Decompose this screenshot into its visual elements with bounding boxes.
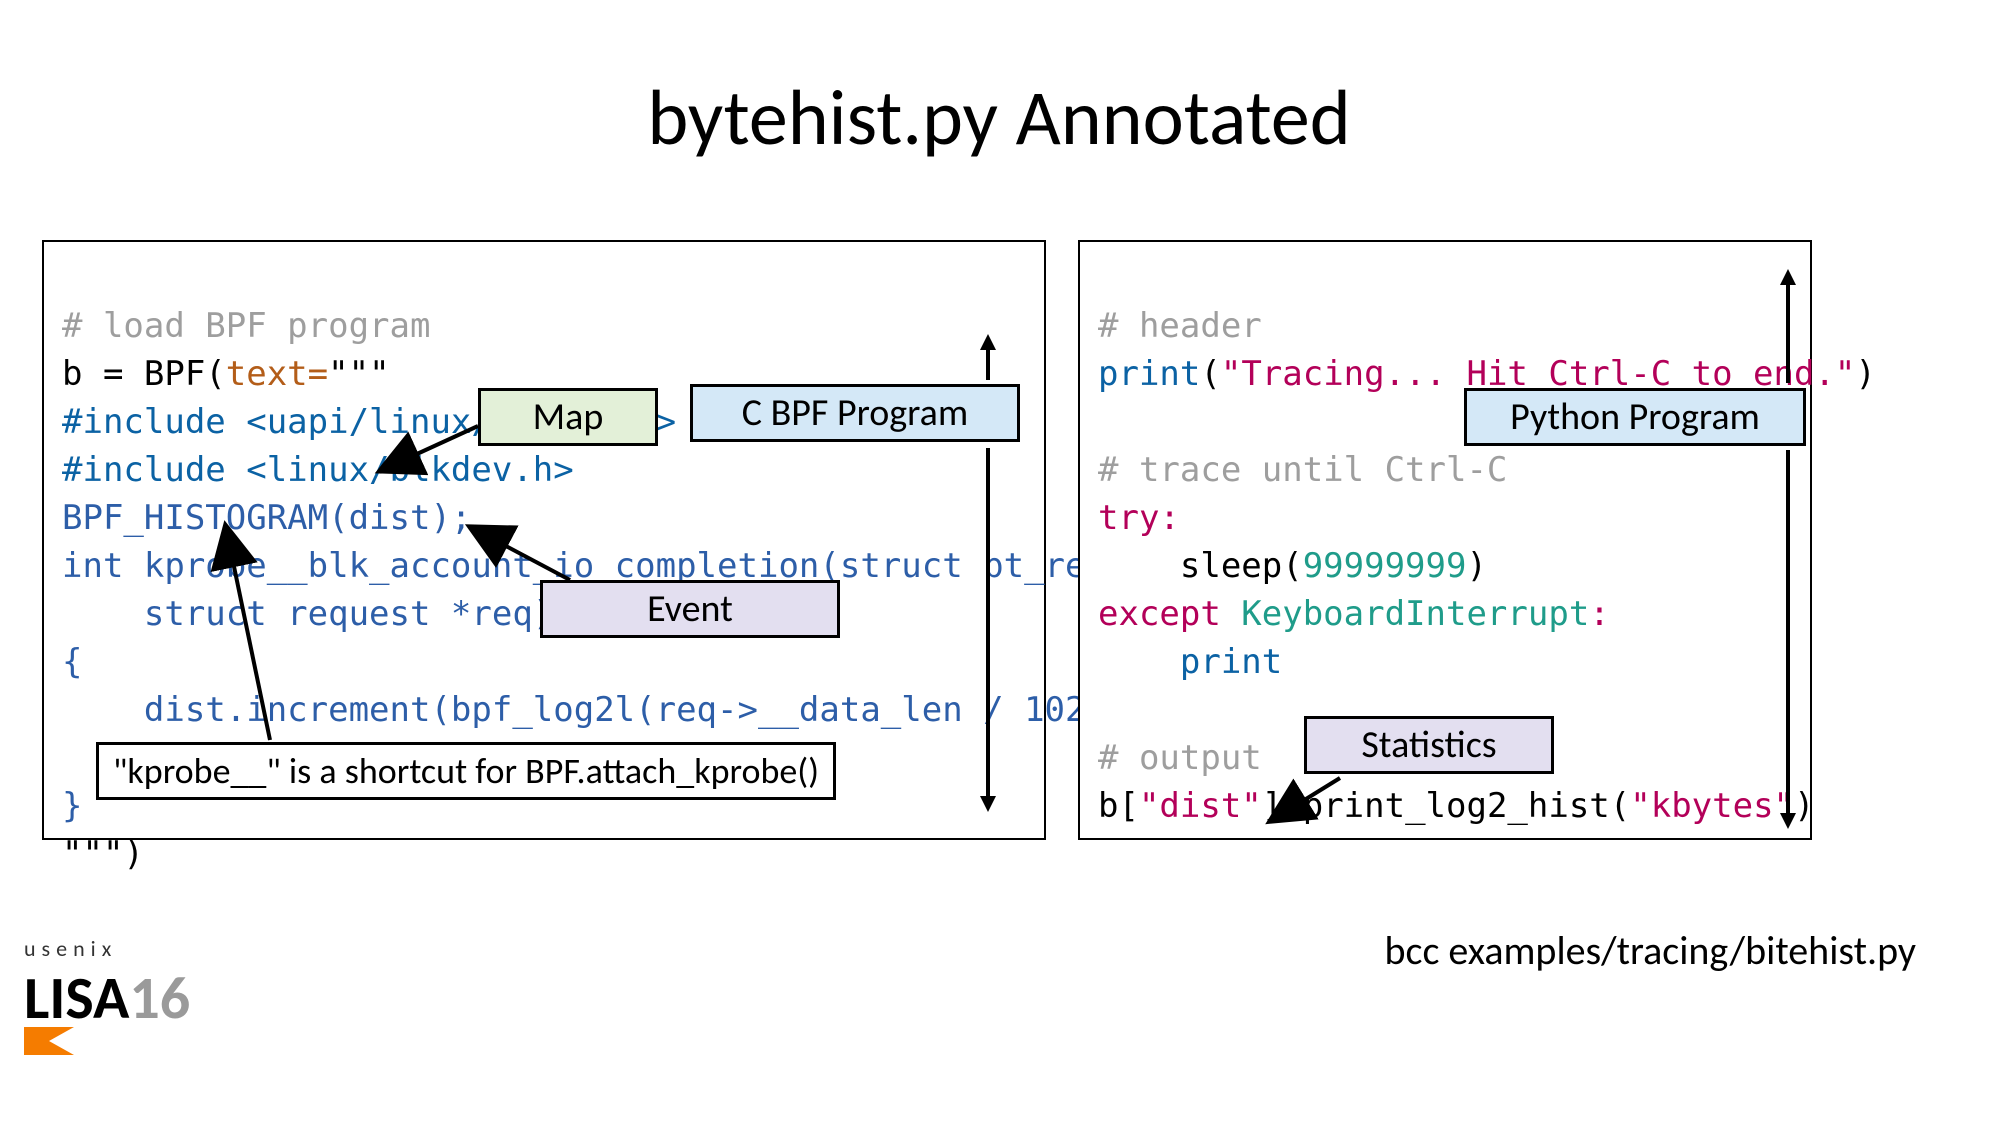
footer-source-path: bcc examples/tracing/bitehist.py: [1385, 926, 1916, 975]
code-line: sleep(: [1098, 546, 1303, 586]
slide: bytehist.py Annotated # load BPF program…: [0, 0, 1998, 1125]
note-kprobe-shortcut: "kprobe__" is a shortcut for BPF.attach_…: [96, 742, 836, 800]
code-line: # trace until Ctrl-C: [1098, 450, 1507, 490]
code-line: print: [1098, 642, 1282, 682]
code-line: try:: [1098, 498, 1180, 538]
label-map: Map: [478, 388, 658, 446]
code-line: struct request *req): [62, 594, 553, 634]
code-line: # load BPF program: [62, 306, 430, 346]
label-c-bpf-program: C BPF Program: [690, 384, 1020, 442]
code-line: b = BPF(: [62, 354, 226, 394]
logo: usenix LISA16: [24, 935, 190, 1055]
logo-lisa-text: LISA16: [24, 962, 190, 1035]
label-python-program: Python Program: [1464, 388, 1806, 446]
code-line: BPF_HISTOGRAM(dist);: [62, 498, 471, 538]
label-event: Event: [540, 580, 840, 638]
code-line: {: [62, 642, 82, 682]
code-line: # output: [1098, 738, 1262, 778]
code-line: }: [62, 786, 82, 826]
code-line: #include <linux/blkdev.h>: [62, 450, 574, 490]
code-line: dist.increment(bpf_log2l(req->__data_len…: [62, 690, 1167, 730]
code-line: b[: [1098, 786, 1139, 826]
page-title: bytehist.py Annotated: [0, 70, 1998, 165]
logo-flag-icon: [24, 1027, 74, 1055]
code-line: [1098, 690, 1118, 730]
code-line: """): [62, 834, 144, 874]
logo-usenix-text: usenix: [24, 935, 190, 962]
code-line: # header: [1098, 306, 1262, 346]
label-statistics: Statistics: [1304, 716, 1554, 774]
code-line: [1098, 402, 1118, 442]
code-line: print: [1098, 354, 1200, 394]
code-line: except: [1098, 594, 1241, 634]
